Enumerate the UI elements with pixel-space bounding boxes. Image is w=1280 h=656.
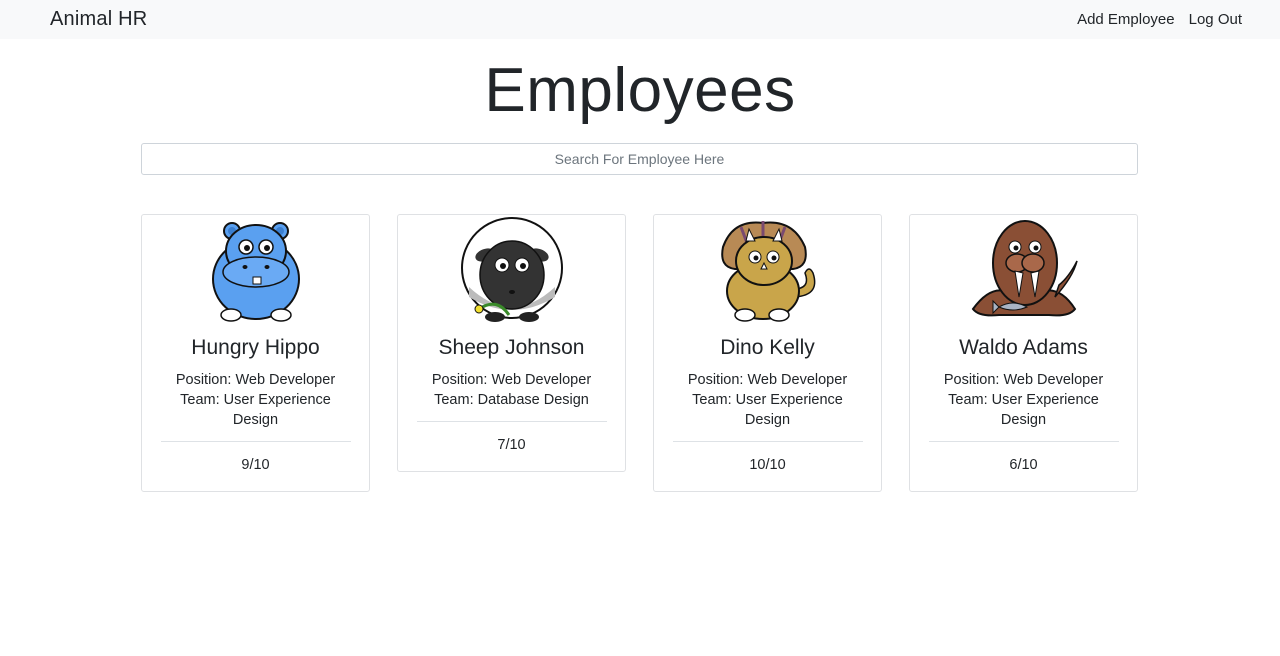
walrus-icon xyxy=(971,220,1078,317)
employee-position: Position: Web Developer xyxy=(943,372,1104,388)
search-input[interactable] xyxy=(141,143,1138,175)
employee-details: Position: Web Developer Team: User Exper… xyxy=(142,370,369,430)
employee-team: Team: User Experience Design xyxy=(692,392,843,428)
employee-rating: 7/10 xyxy=(497,437,526,453)
employee-rating: 9/10 xyxy=(241,457,270,473)
employee-details: Position: Web Developer Team: User Exper… xyxy=(910,370,1137,430)
employee-position: Position: Web Developer xyxy=(175,372,336,388)
sheep-icon xyxy=(460,217,563,322)
card-divider xyxy=(160,441,351,442)
employee-name: Dino Kelly xyxy=(720,336,815,359)
hippo-icon xyxy=(211,222,300,322)
employee-position: Position: Web Developer xyxy=(431,372,592,388)
employee-card[interactable]: Waldo Adams Position: Web Developer Team… xyxy=(909,214,1138,492)
employee-team: Team: User Experience Design xyxy=(948,392,1099,428)
employee-team: Team: Database Design xyxy=(434,392,589,408)
employee-name: Hungry Hippo xyxy=(191,336,320,359)
employee-card[interactable]: Dino Kelly Position: Web Developer Team:… xyxy=(653,214,882,492)
add-employee-link[interactable]: Add Employee xyxy=(1077,11,1175,28)
log-out-link[interactable]: Log Out xyxy=(1189,11,1242,28)
employee-rating: 6/10 xyxy=(1009,457,1038,473)
employee-team: Team: User Experience Design xyxy=(180,392,331,428)
page-title: Employees xyxy=(484,56,796,125)
employee-card[interactable]: Hungry Hippo Position: Web Developer Tea… xyxy=(141,214,370,492)
card-divider xyxy=(416,421,607,422)
card-divider xyxy=(672,441,863,442)
employee-name: Sheep Johnson xyxy=(438,336,585,359)
brand-link[interactable]: Animal HR xyxy=(50,8,147,31)
employee-card[interactable]: Sheep Johnson Position: Web Developer Te… xyxy=(397,214,626,472)
navbar: Animal HR Add Employee Log Out xyxy=(0,0,1280,39)
employee-name: Waldo Adams xyxy=(959,336,1088,359)
card-divider xyxy=(928,441,1119,442)
nav-links: Add Employee Log Out xyxy=(1077,11,1242,28)
employee-details: Position: Web Developer Team: Database D… xyxy=(412,370,611,410)
triceratops-icon xyxy=(720,221,815,322)
employee-details: Position: Web Developer Team: User Exper… xyxy=(654,370,881,430)
employee-position: Position: Web Developer xyxy=(687,372,848,388)
employee-rating: 10/10 xyxy=(749,457,786,473)
